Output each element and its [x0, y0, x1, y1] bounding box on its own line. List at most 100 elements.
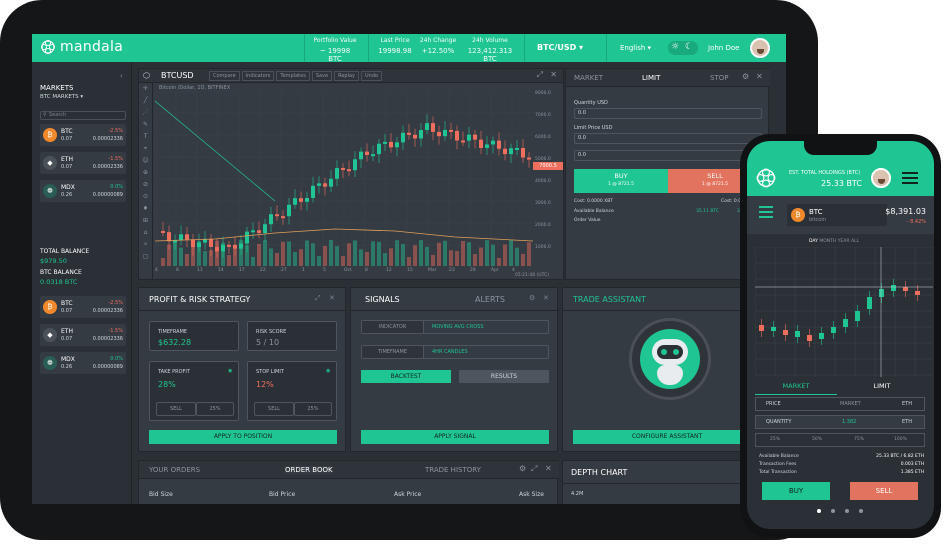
volume-bar [275, 252, 279, 266]
drawing-tools[interactable]: ✛ ╱ ⋰ ✎ T ⌖ ☺ ⊕ ⊘ ⊙ ♦ ⊞ ⌂ ✧ ▢ [139, 83, 153, 281]
buy-button[interactable]: BUY 1 @ 8721.5 [574, 169, 668, 193]
limit-price-input[interactable]: 0.0 [574, 133, 762, 144]
range-all[interactable]: ALL [851, 239, 859, 244]
tab-your-orders[interactable]: YOUR ORDERS [149, 466, 200, 474]
phone-buy-button[interactable]: BUY [762, 482, 830, 500]
coin-change: -1.5% 0.00002336 [93, 328, 123, 342]
close-icon[interactable]: ✕ [329, 294, 335, 302]
order-book-panel: YOUR ORDERS ORDER BOOK TRADE HISTORY ⚙ ⤢… [138, 460, 559, 504]
undo-button[interactable]: Undo [361, 71, 383, 81]
last-price-stat: Last Price 19998.98 [377, 37, 413, 55]
close-icon[interactable]: ✕ [550, 70, 557, 79]
quantity-input[interactable]: 0.0 [574, 108, 762, 119]
tab-alerts[interactable]: ALERTS [475, 295, 505, 304]
y-tick-label: 6000.0 [535, 135, 551, 140]
phone-price-field[interactable]: PRICE MARKET ETH [755, 397, 925, 411]
templates-button[interactable]: Templates [276, 71, 310, 81]
coin-change-abs: 0.00002336 [92, 308, 123, 314]
apply-to-position-button[interactable]: APPLY TO POSITION [149, 430, 337, 444]
balance-item-eth[interactable]: ◆ ETH 0.07 -1.5% 0.00002336 [40, 324, 126, 346]
theme-toggle[interactable]: ☼ ☾ [668, 41, 698, 55]
volume-bar [167, 244, 171, 266]
pct-25[interactable]: 25% [770, 437, 780, 442]
coin-change: -2.5% 0.00002336 [93, 128, 123, 142]
take-profit-sell[interactable]: SELL [156, 402, 196, 416]
user-name[interactable]: John Doe [708, 44, 739, 52]
user-avatar[interactable] [871, 168, 891, 188]
save-button[interactable]: Save [311, 71, 333, 81]
tab-limit[interactable]: LIMIT [841, 377, 923, 395]
pct-100[interactable]: 100% [894, 437, 907, 442]
apply-signal-button[interactable]: APPLY SIGNAL [361, 430, 549, 444]
volume-bar [239, 240, 243, 266]
indicators-button[interactable]: Indicators [241, 71, 275, 81]
radio-icon[interactable]: ◉ [326, 368, 330, 374]
compare-button[interactable]: Compare [209, 71, 240, 81]
pct-50[interactable]: 50% [812, 437, 822, 442]
pct-75[interactable]: 75% [854, 437, 864, 442]
tab-market[interactable]: MARKET [755, 377, 837, 395]
balance-item-btc[interactable]: ₿ BTC 0.07 -2.5% 0.00002336 [40, 296, 126, 318]
pair-selector[interactable]: BTC/USD ▾ [537, 43, 583, 52]
close-icon[interactable]: ✕ [756, 72, 763, 81]
configure-assistant-button[interactable]: CONFIGURE ASSISTANT [573, 430, 761, 444]
take-profit-pct[interactable]: 25% [196, 402, 234, 416]
range-month[interactable]: MONTH [819, 239, 836, 244]
backtest-button[interactable]: BACKTEST [361, 370, 451, 383]
indicator-value: MOVING AVG CROSS [432, 324, 484, 330]
candle [269, 214, 273, 225]
coin-change: 0.0% 0.00000089 [93, 184, 123, 198]
market-item-eth[interactable]: ◆ ETH 0.07 -1.5% 0.00002336 [40, 152, 126, 174]
volume-bar [227, 255, 231, 266]
stop-limit-pct[interactable]: 25% [294, 402, 332, 416]
tab-trade-history[interactable]: TRADE HISTORY [425, 466, 481, 474]
fullscreen-icon[interactable]: ⤢ [537, 70, 543, 80]
search-placeholder: Search [49, 112, 67, 118]
coin-value: 0.07 [61, 308, 73, 314]
candle [347, 169, 351, 172]
range-day[interactable]: DAY [809, 239, 818, 244]
phone-quantity-field[interactable]: QUANTITY 1.382 ETH [755, 415, 925, 429]
tab-stop[interactable]: STOP [710, 74, 728, 82]
hamburger-menu-icon[interactable] [902, 172, 918, 174]
volume-bar [443, 240, 447, 266]
candle [891, 285, 896, 291]
results-button[interactable]: RESULTS [459, 370, 549, 383]
markets-filter[interactable]: BTC MARKETS ▾ [40, 94, 83, 100]
collapse-icon[interactable]: ‹ [120, 72, 123, 80]
settings-icon[interactable]: ⚙ [742, 72, 749, 81]
tab-signals[interactable]: SIGNALS [365, 295, 400, 304]
close-icon[interactable]: ✕ [543, 294, 549, 302]
balance-item-mdx[interactable]: ❁ MDX 0.26 0.0% 0.00000089 [40, 352, 126, 374]
market-search-input[interactable]: ⚲ Search [40, 111, 126, 120]
market-item-btc[interactable]: ₿ BTC 0.07 -2.5% 0.00002336 [40, 124, 126, 146]
chart-menu-icon[interactable]: ⬡ [143, 71, 150, 80]
settings-icon[interactable]: ⚙ [519, 464, 526, 473]
app-logo[interactable]: mandala [40, 39, 123, 55]
candle [485, 144, 489, 148]
indicator-field[interactable]: INDICATOR MOVING AVG CROSS [361, 320, 549, 334]
coin-change-pct: -1.5% [108, 156, 123, 162]
candle [383, 141, 387, 144]
range-year[interactable]: YEAR [838, 239, 850, 244]
fullscreen-icon[interactable]: ⤢ [531, 464, 537, 474]
market-item-mdx[interactable]: ❁ MDX 0.26 0.0% 0.00000089 [40, 180, 126, 202]
tab-limit[interactable]: LIMIT [642, 74, 660, 82]
settings-icon[interactable]: ⚙ [529, 294, 535, 302]
fullscreen-icon[interactable]: ⤢ [315, 294, 321, 303]
candle [161, 231, 165, 233]
radio-icon[interactable]: ◉ [228, 368, 232, 374]
replay-button[interactable]: Replay [334, 71, 360, 81]
tab-market[interactable]: MARKET [574, 74, 603, 82]
close-icon[interactable]: ✕ [545, 464, 552, 473]
language-selector[interactable]: English ▾ [620, 44, 651, 52]
chart-symbol[interactable]: BTCUSD [161, 71, 194, 80]
phone-sell-button[interactable]: SELL [850, 482, 918, 500]
menu-icon[interactable] [759, 206, 773, 208]
user-avatar[interactable] [750, 38, 770, 58]
signal-timeframe-field[interactable]: TIMEFRAME 4HR CANDLES [361, 345, 549, 359]
tab-order-book[interactable]: ORDER BOOK [285, 466, 333, 474]
y-tick-label: 3000.0 [535, 201, 551, 206]
stop-limit-sell[interactable]: SELL [254, 402, 294, 416]
trigger-price-input[interactable]: 0.0 [574, 150, 762, 161]
